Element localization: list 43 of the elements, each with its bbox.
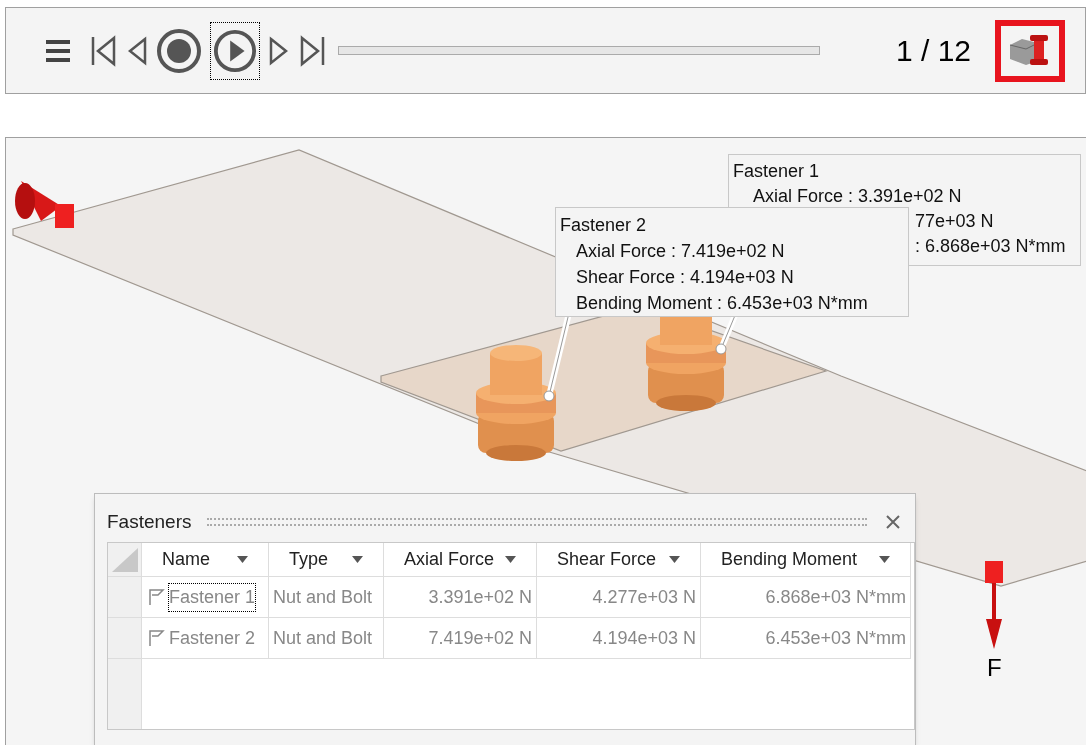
tooltip-line: Axial Force : 7.419e+02 N	[575, 240, 786, 263]
dropdown-caret-icon[interactable]	[505, 556, 516, 563]
tooltip-line: : 6.868e+03 N*mm	[915, 235, 1066, 258]
tooltip-line: Shear Force : 4.194e+03 N	[575, 266, 795, 289]
force-label: F	[987, 653, 1002, 683]
column-header[interactable]: Name	[142, 543, 269, 576]
frame-counter: 1 / 12	[895, 33, 971, 69]
drag-handle[interactable]	[207, 518, 867, 526]
dropdown-caret-icon[interactable]	[352, 556, 363, 563]
tooltip-title: Fastener 2	[560, 214, 648, 237]
table-cell: Nut and Bolt	[269, 577, 384, 617]
table-cell: 6.868e+03 N*mm	[701, 577, 911, 617]
tooltip-line: Axial Force : 3.391e+02 N	[753, 185, 962, 208]
column-header[interactable]: Type	[269, 543, 384, 576]
record-icon[interactable]	[156, 27, 202, 74]
table-cell: Fastener 1	[168, 582, 257, 612]
tooltip-line: Bending Moment : 6.453e+03 N*mm	[575, 292, 869, 315]
column-header[interactable]: Axial Force	[384, 543, 537, 576]
table-cell-text: Fastener 2	[168, 626, 257, 650]
play-button[interactable]	[210, 21, 260, 80]
panel-title: Fasteners	[107, 509, 192, 534]
skip-to-end-icon[interactable]	[298, 34, 326, 67]
table-cell: 4.194e+03 N	[537, 618, 701, 658]
step-forward-icon[interactable]	[268, 34, 290, 67]
table-cell: Nut and Bolt	[269, 618, 384, 658]
table-cell: 6.453e+03 N*mm	[701, 618, 911, 658]
table-cell: 7.419e+02 N	[384, 618, 537, 658]
timeline-track[interactable]	[338, 46, 820, 55]
fastener-tool-button[interactable]	[995, 19, 1065, 82]
column-header[interactable]: Bending Moment	[701, 543, 911, 576]
constraint-cone-drawing	[15, 181, 74, 228]
skip-to-start-icon[interactable]	[90, 34, 118, 67]
step-back-icon[interactable]	[126, 34, 148, 67]
dropdown-caret-icon[interactable]	[669, 556, 680, 563]
table-cell: 4.277e+03 N	[537, 577, 701, 617]
table-cell: 3.391e+02 N	[384, 577, 537, 617]
dropdown-caret-icon[interactable]	[879, 556, 890, 563]
column-header[interactable]: Shear Force	[537, 543, 701, 576]
fastener-flag-icon	[146, 628, 166, 648]
fastener-flag-icon	[146, 587, 166, 607]
tooltip-line: 77e+03 N	[915, 210, 994, 233]
dropdown-caret-icon[interactable]	[237, 556, 248, 563]
tooltip-title: Fastener 1	[733, 160, 821, 183]
